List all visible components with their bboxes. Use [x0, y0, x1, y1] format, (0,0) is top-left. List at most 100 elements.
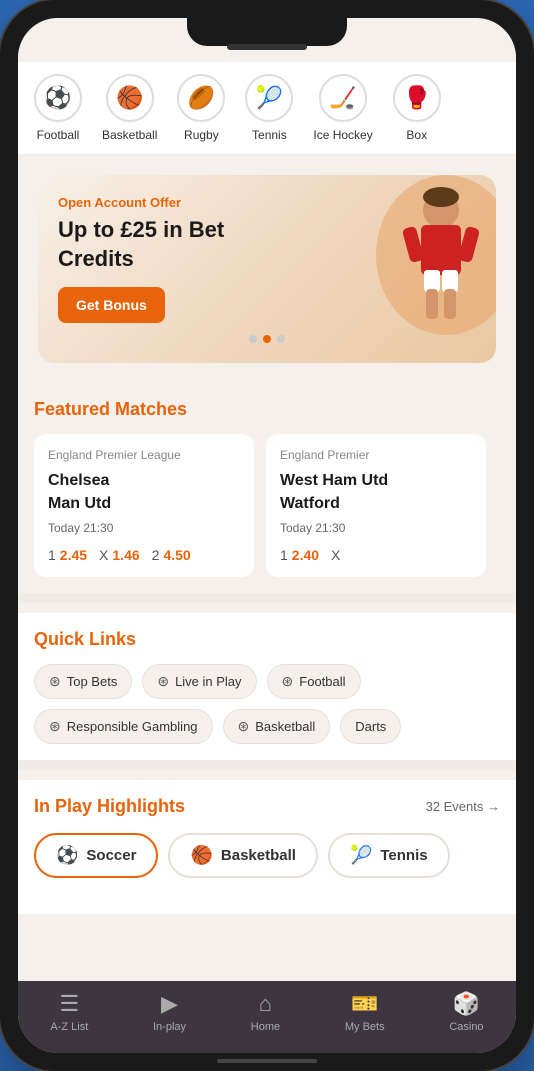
- odd-value-2-1: 2.40: [292, 547, 319, 563]
- divider-1: [18, 593, 516, 603]
- team1-name-2: West Ham Utd: [280, 470, 472, 492]
- highlights-title: In Play Highlights: [34, 796, 185, 817]
- home-indicator: [217, 1059, 317, 1063]
- odd-label-1-3: 2: [152, 547, 160, 563]
- quick-link-live-play[interactable]: ⊛ Live in Play: [142, 664, 256, 699]
- quick-links-title: Quick Links: [34, 629, 500, 650]
- nav-home[interactable]: ⌂ Home: [251, 991, 280, 1033]
- casino-icon: 🎲: [453, 991, 480, 1017]
- sport-item-football[interactable]: ⚽ Football: [34, 74, 82, 142]
- highlights-section: In Play Highlights 32 Events → ⚽ Soccer …: [18, 780, 516, 914]
- bottom-navigation: ☰ A-Z List ▶ In-play ⌂ Home 🎫 My Bets 🎲 …: [18, 981, 516, 1053]
- live-play-icon: ⊛: [157, 673, 169, 690]
- quick-link-label-football: Football: [299, 674, 345, 689]
- odd-label-1-1: 1: [48, 547, 56, 563]
- team2-name-1: Man Utd: [48, 493, 240, 515]
- screen-content: ⚽ Football 🏀 Basketball 🏉 Rugby 🎾 Tennis…: [18, 62, 516, 981]
- nav-inplay[interactable]: ▶ In-play: [153, 991, 186, 1033]
- nav-my-bets[interactable]: 🎫 My Bets: [345, 991, 385, 1033]
- odd-value-1-1: 2.45: [60, 547, 87, 563]
- sport-item-icehockey[interactable]: 🏒 Ice Hockey: [313, 74, 372, 142]
- basketball-icon: 🏀: [106, 74, 154, 122]
- sport-label-boxing: Box: [406, 128, 427, 142]
- quick-links-section: Quick Links ⊛ Top Bets ⊛ Live in Play ⊛ …: [18, 613, 516, 760]
- tab-tennis[interactable]: 🎾 Tennis: [328, 833, 450, 878]
- nav-label-inplay: In-play: [153, 1021, 186, 1033]
- boxing-icon: 🥊: [393, 74, 441, 122]
- basketball-tab-icon: 🏀: [190, 845, 212, 866]
- my-bets-icon: 🎫: [351, 991, 378, 1017]
- nav-label-az: A-Z List: [50, 1021, 88, 1033]
- quick-link-basketball[interactable]: ⊛ Basketball: [223, 709, 331, 744]
- matches-row: England Premier League Chelsea Man Utd T…: [34, 434, 500, 577]
- tennis-icon: 🎾: [245, 74, 293, 122]
- nav-label-casino: Casino: [449, 1021, 483, 1033]
- phone-screen: ⚽ Football 🏀 Basketball 🏉 Rugby 🎾 Tennis…: [18, 18, 516, 1053]
- football-chip-icon: ⊛: [282, 673, 294, 690]
- odd-label-2-2: X: [331, 547, 340, 563]
- nav-casino[interactable]: 🎲 Casino: [449, 991, 483, 1033]
- nav-az-list[interactable]: ☰ A-Z List: [50, 991, 88, 1033]
- odd-value-1-2: 1.46: [112, 547, 139, 563]
- highlights-header: In Play Highlights 32 Events →: [34, 796, 500, 817]
- quick-link-label-responsible: Responsible Gambling: [67, 719, 198, 734]
- tennis-tab-icon: 🎾: [350, 845, 372, 866]
- sport-label-basketball: Basketball: [102, 128, 157, 142]
- quick-link-responsible[interactable]: ⊛ Responsible Gambling: [34, 709, 213, 744]
- odd-1-1[interactable]: 1 2.45: [48, 547, 87, 563]
- dot-2: [263, 335, 271, 343]
- soccer-tab-icon: ⚽: [56, 845, 78, 866]
- tab-label-basketball: Basketball: [221, 847, 296, 864]
- odd-label-1-2: X: [99, 547, 108, 563]
- sport-item-tennis[interactable]: 🎾 Tennis: [245, 74, 293, 142]
- tab-soccer[interactable]: ⚽ Soccer: [34, 833, 158, 878]
- responsible-icon: ⊛: [49, 718, 61, 735]
- quick-link-label-darts: Darts: [355, 719, 386, 734]
- top-bets-icon: ⊛: [49, 673, 61, 690]
- hero-title: Up to £25 in Bet Credits: [58, 216, 288, 273]
- odd-label-2-1: 1: [280, 547, 288, 563]
- nav-label-home: Home: [251, 1021, 280, 1033]
- odd-1-2[interactable]: X 1.46: [99, 547, 140, 563]
- tab-basketball[interactable]: 🏀 Basketball: [168, 833, 317, 878]
- inplay-icon: ▶: [161, 991, 178, 1017]
- quick-link-top-bets[interactable]: ⊛ Top Bets: [34, 664, 132, 699]
- phone-speaker: [227, 44, 307, 50]
- sport-label-tennis: Tennis: [252, 128, 287, 142]
- match-odds-1: 1 2.45 X 1.46 2 4.50: [48, 547, 240, 563]
- dot-1: [249, 335, 257, 343]
- sport-item-basketball[interactable]: 🏀 Basketball: [102, 74, 157, 142]
- hero-banner: Open Account Offer Up to £25 in Bet Cred…: [38, 175, 496, 363]
- match-card-1[interactable]: England Premier League Chelsea Man Utd T…: [34, 434, 254, 577]
- match-card-2[interactable]: England Premier West Ham Utd Watford Tod…: [266, 434, 486, 577]
- az-list-icon: ☰: [59, 991, 79, 1017]
- quick-link-football[interactable]: ⊛ Football: [267, 664, 361, 699]
- get-bonus-button[interactable]: Get Bonus: [58, 287, 165, 323]
- football-icon: ⚽: [34, 74, 82, 122]
- quick-link-label-live-play: Live in Play: [175, 674, 241, 689]
- sport-item-boxing[interactable]: 🥊 Box: [393, 74, 441, 142]
- odd-2-1[interactable]: 1 2.40: [280, 547, 319, 563]
- quick-link-darts[interactable]: Darts: [340, 709, 401, 744]
- sport-tabs: ⚽ Soccer 🏀 Basketball 🎾 Tennis: [34, 833, 500, 878]
- match-odds-2: 1 2.40 X: [280, 547, 472, 563]
- divider-2: [18, 760, 516, 770]
- quick-link-label-basketball: Basketball: [255, 719, 315, 734]
- odd-1-3[interactable]: 2 4.50: [152, 547, 191, 563]
- team2-name-2: Watford: [280, 493, 472, 515]
- quick-links-grid: ⊛ Top Bets ⊛ Live in Play ⊛ Football ⊛ R…: [34, 664, 500, 744]
- phone-frame: ⚽ Football 🏀 Basketball 🏉 Rugby 🎾 Tennis…: [0, 0, 534, 1071]
- tab-label-soccer: Soccer: [86, 847, 136, 864]
- dot-3: [277, 335, 285, 343]
- match-league-2: England Premier: [280, 448, 472, 462]
- match-teams-2: West Ham Utd Watford: [280, 470, 472, 515]
- team1-name-1: Chelsea: [48, 470, 240, 492]
- match-time-2: Today 21:30: [280, 521, 472, 535]
- highlights-count[interactable]: 32 Events →: [426, 799, 500, 814]
- sport-item-rugby[interactable]: 🏉 Rugby: [177, 74, 225, 142]
- rugby-icon: 🏉: [177, 74, 225, 122]
- quick-link-label-top-bets: Top Bets: [67, 674, 118, 689]
- odd-2-2[interactable]: X: [331, 547, 340, 563]
- basketball-chip-icon: ⊛: [238, 718, 250, 735]
- match-time-1: Today 21:30: [48, 521, 240, 535]
